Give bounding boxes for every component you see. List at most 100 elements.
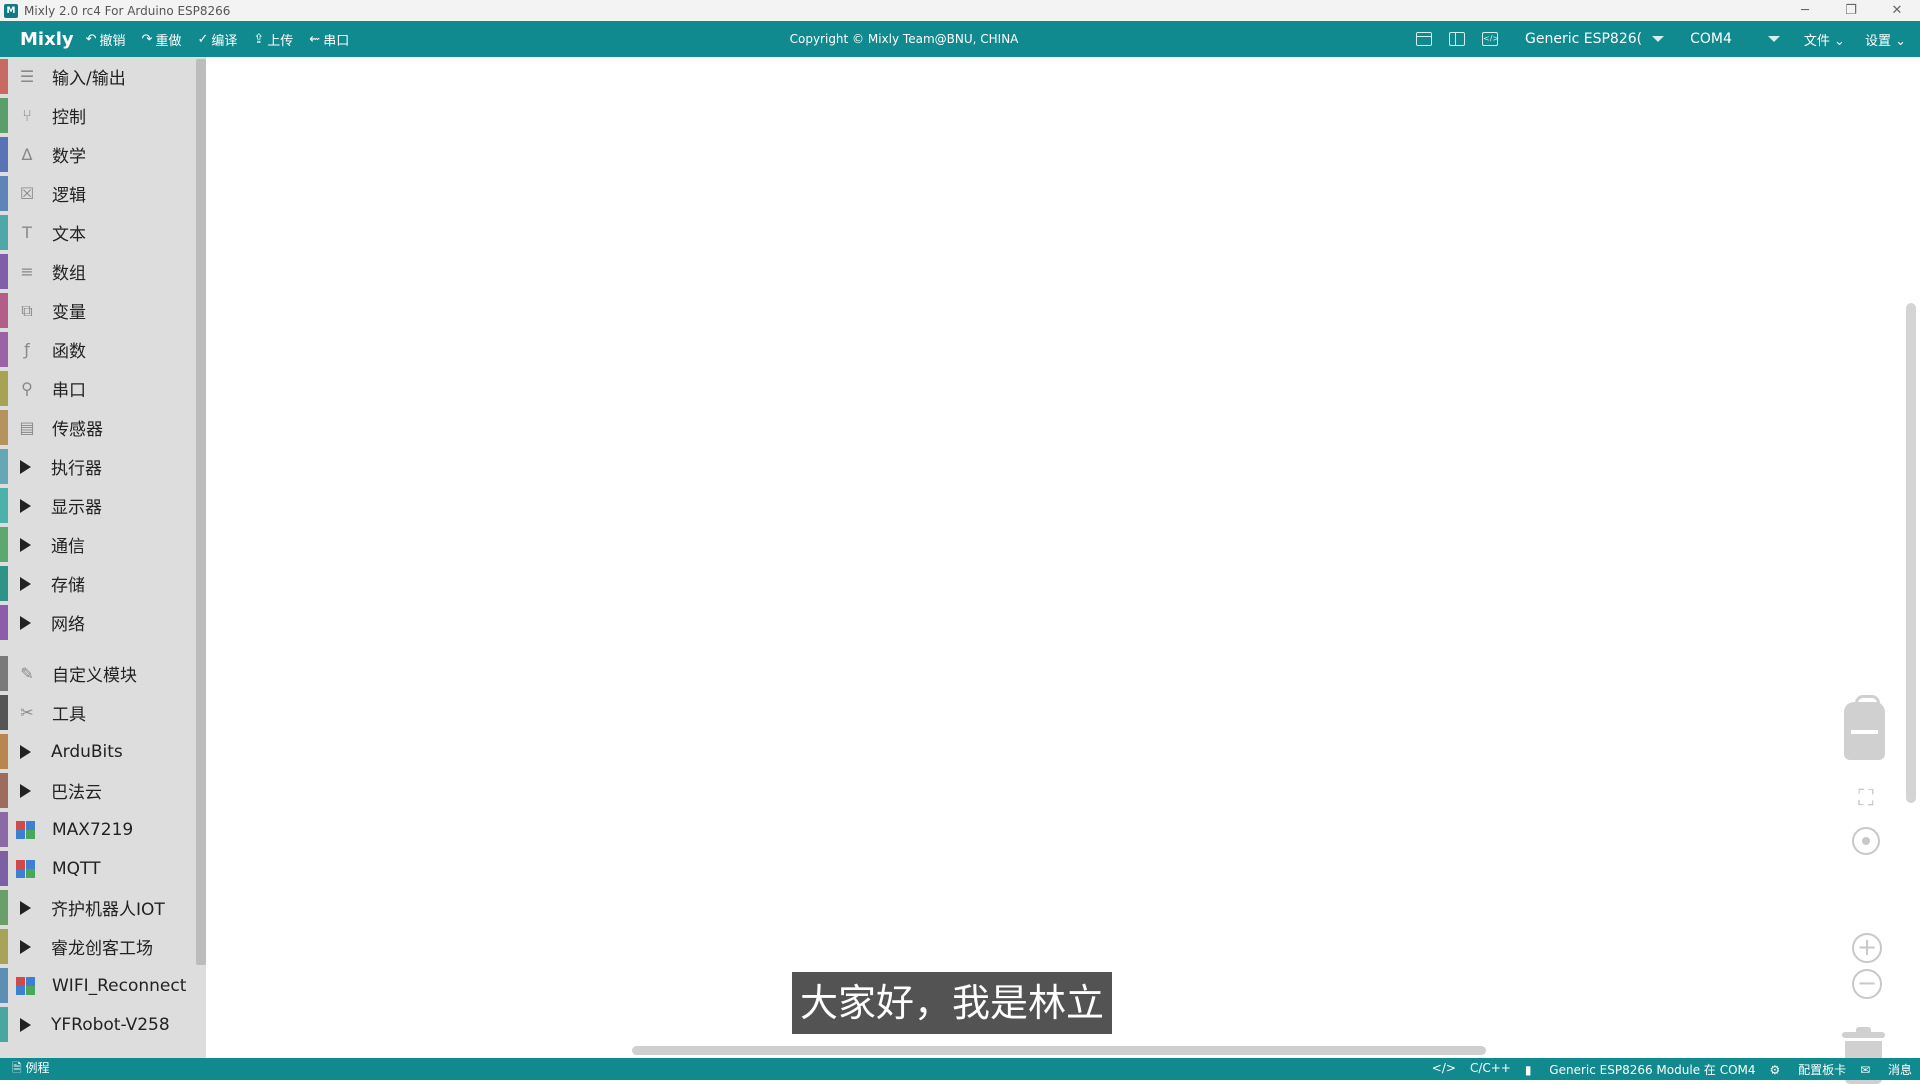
category-label: YFRobot-V258	[51, 1014, 170, 1035]
expand-arrow-icon[interactable]	[20, 900, 31, 915]
category-color-stripe	[0, 1007, 8, 1042]
board-select[interactable]: Generic ESP826(	[1525, 31, 1665, 47]
category-icon: ⧉	[21, 300, 33, 320]
category-item[interactable]: 通信	[0, 525, 206, 564]
expand-arrow-icon[interactable]	[20, 498, 31, 513]
category-item[interactable]: ∆ 数学	[0, 135, 206, 174]
category-color-stripe	[0, 371, 8, 406]
category-color-stripe	[0, 695, 8, 730]
layout-blocks-icon[interactable]	[1416, 32, 1433, 46]
category-label: 逻辑	[52, 186, 86, 206]
category-item[interactable]: ⚲ 串口	[0, 369, 206, 408]
board-status[interactable]: ▮ Generic ESP8266 Module 在 COM4	[1525, 1061, 1756, 1078]
category-color-stripe	[0, 59, 8, 94]
category-label: ArduBits	[51, 741, 123, 762]
board-config-button[interactable]: ⚙ 配置板卡	[1770, 1061, 1847, 1078]
compile-button[interactable]: ✓ 编译	[197, 30, 237, 49]
recenter-icon[interactable]	[1852, 827, 1880, 855]
undo-icon: ↶	[85, 31, 97, 47]
category-color-stripe	[0, 773, 8, 808]
settings-menu-label: 设置	[1864, 33, 1891, 49]
category-label: WIFI_Reconnect	[52, 975, 187, 996]
minimize-button[interactable]: ─	[1782, 3, 1828, 18]
brand-logo[interactable]: Mixly	[20, 29, 74, 50]
category-item[interactable]: 巴法云	[0, 771, 206, 810]
category-item[interactable]: ≡ 数组	[0, 252, 206, 291]
category-item[interactable]: ⧉ 变量	[0, 291, 206, 330]
category-label: MAX7219	[52, 819, 134, 840]
expand-arrow-icon[interactable]	[20, 939, 31, 954]
expand-arrow-icon[interactable]	[20, 576, 31, 591]
category-item[interactable]: T 文本	[0, 213, 206, 252]
redo-button[interactable]: ↷ 重做	[142, 30, 182, 49]
zoom-in-icon[interactable]: +	[1852, 933, 1882, 963]
language-status[interactable]: </> C/C++	[1432, 1061, 1511, 1078]
category-color-stripe	[0, 332, 8, 367]
category-item[interactable]: 存储	[0, 564, 206, 603]
category-item[interactable]: YFRobot-V258	[0, 1005, 206, 1044]
undo-button[interactable]: ↶ 撤销	[86, 30, 126, 49]
serial-button[interactable]: ⇜ 串口	[309, 30, 349, 49]
expand-arrow-icon[interactable]	[20, 744, 31, 759]
close-button[interactable]: ✕	[1874, 3, 1920, 18]
category-item[interactable]: ✎ 自定义模块	[0, 654, 206, 693]
port-select[interactable]: COM4	[1690, 31, 1780, 47]
category-color-stripe	[0, 656, 8, 691]
chevron-down-icon: ⌄	[1890, 33, 1906, 49]
category-color-stripe	[0, 605, 8, 640]
category-color-stripe	[0, 293, 8, 328]
port-select-value: COM4	[1690, 31, 1732, 47]
category-item[interactable]: ƒ 函数	[0, 330, 206, 369]
category-label: 变量	[52, 303, 86, 323]
workspace-vertical-scrollbar[interactable]	[1906, 303, 1916, 803]
settings-menu[interactable]: 设置 ⌄	[1865, 30, 1906, 49]
expand-arrow-icon[interactable]	[20, 615, 31, 630]
zoom-out-icon[interactable]: −	[1852, 969, 1882, 999]
category-item[interactable]: WIFI_Reconnect	[0, 966, 206, 1005]
file-menu[interactable]: 文件 ⌄	[1804, 30, 1845, 49]
video-subtitle: 大家好，我是林立	[792, 972, 1113, 1034]
category-item[interactable]: ▤ 传感器	[0, 408, 206, 447]
messages-label: 消息	[1887, 1062, 1912, 1077]
layout-split-icon[interactable]	[1449, 32, 1466, 46]
category-item[interactable]: 执行器	[0, 447, 206, 486]
category-label: 传感器	[52, 420, 103, 440]
category-item[interactable]: 网络	[0, 603, 206, 642]
category-item[interactable]: ✂ 工具	[0, 693, 206, 732]
sidebar-scrollbar[interactable]	[196, 59, 206, 965]
category-item[interactable]: ☰ 输入/输出	[0, 57, 206, 96]
category-item[interactable]: MAX7219	[0, 810, 206, 849]
undo-label: 撤销	[99, 33, 126, 49]
category-item[interactable]: ⑂ 控制	[0, 96, 206, 135]
fullscreen-icon[interactable]: ⛶	[1852, 785, 1880, 813]
blockly-workspace[interactable]: ⛶ + −	[206, 57, 1920, 1084]
category-label: 文本	[52, 225, 86, 245]
category-item[interactable]: ☒ 逻辑	[0, 174, 206, 213]
upload-button[interactable]: ⇪ 上传	[253, 30, 293, 49]
backpack-icon[interactable]	[1844, 695, 1885, 760]
layout-code-icon[interactable]: </>	[1482, 32, 1499, 46]
expand-arrow-icon[interactable]	[20, 783, 31, 798]
category-item[interactable]: 齐护机器人IOT	[0, 888, 206, 927]
restore-button[interactable]: ❐	[1828, 3, 1874, 18]
category-label: 控制	[52, 108, 86, 128]
category-color-stripe	[0, 449, 8, 484]
category-color-stripe	[0, 734, 8, 769]
category-item[interactable]: 睿龙创客工场	[0, 927, 206, 966]
category-item[interactable]: ArduBits	[0, 732, 206, 771]
category-icon: ☒	[19, 184, 35, 203]
expand-arrow-icon[interactable]	[20, 537, 31, 552]
examples-button[interactable]: 🗎 例程	[12, 1059, 49, 1080]
category-icon: ƒ	[24, 340, 30, 359]
workspace-horizontal-scrollbar[interactable]	[632, 1046, 1486, 1055]
category-label: 网络	[51, 615, 85, 635]
category-item[interactable]: 显示器	[0, 486, 206, 525]
category-icon: ☰	[19, 67, 35, 86]
category-label: 存储	[51, 576, 85, 596]
expand-arrow-icon[interactable]	[20, 459, 31, 474]
category-item[interactable]: MQTT	[0, 849, 206, 888]
category-color-stripe	[0, 890, 8, 925]
expand-arrow-icon[interactable]	[20, 1017, 31, 1032]
category-label: 数组	[52, 264, 86, 284]
messages-button[interactable]: ✉ 消息	[1860, 1061, 1912, 1078]
